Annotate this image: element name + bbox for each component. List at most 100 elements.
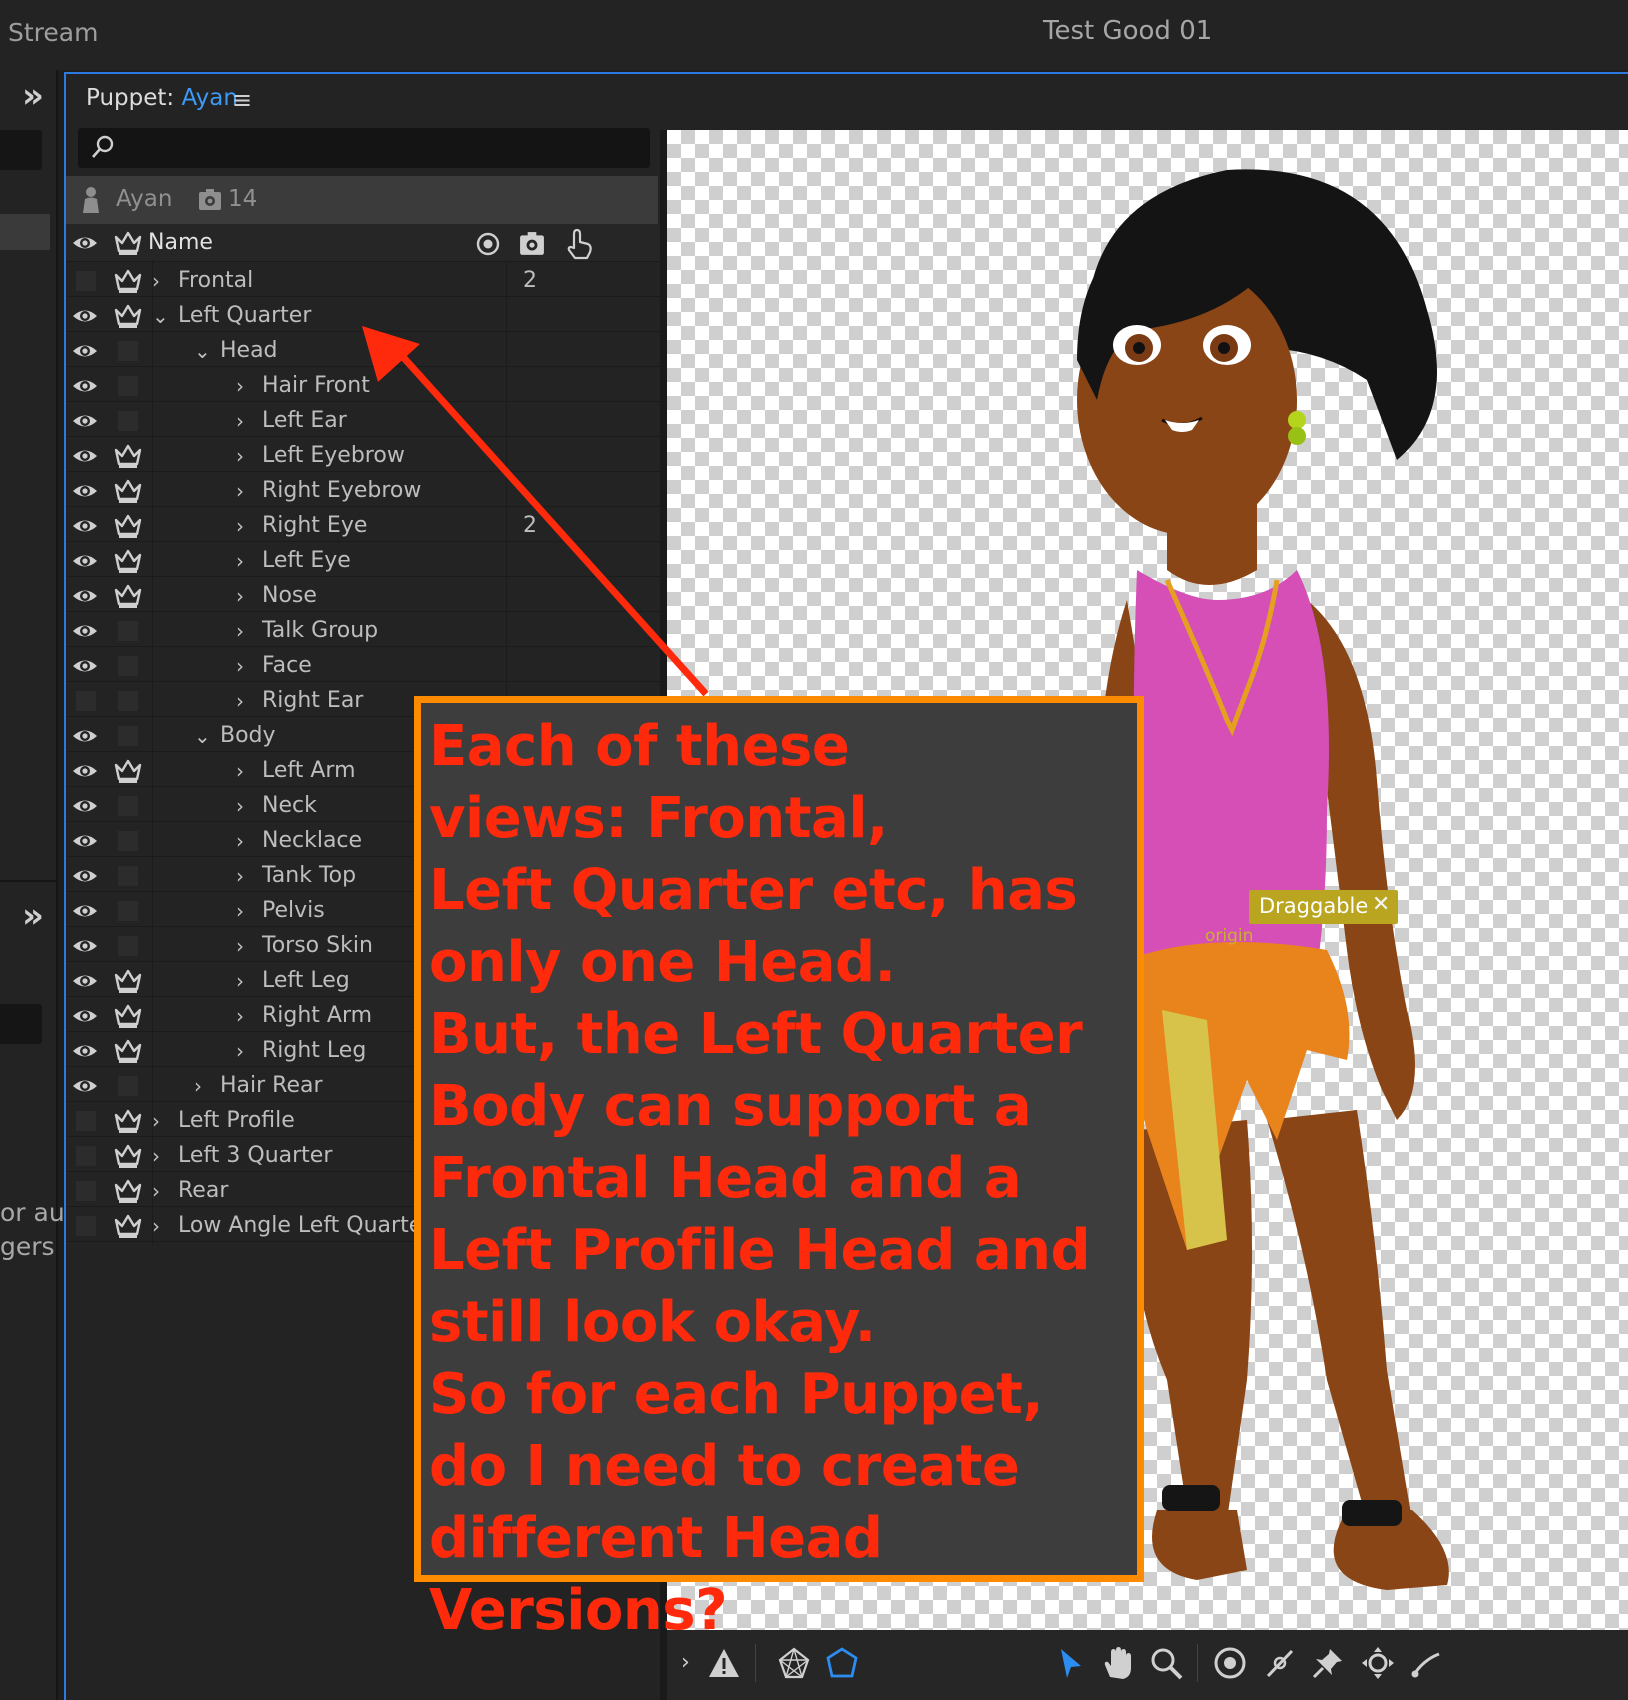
eye-icon[interactable] [72, 828, 98, 854]
chevron-right-icon[interactable]: › [236, 970, 244, 992]
crown-toggle-off[interactable] [118, 376, 138, 396]
eye-icon[interactable] [72, 758, 98, 784]
chevron-right-icon[interactable]: › [152, 1215, 160, 1237]
expand-panel-icon[interactable]: » [22, 76, 44, 116]
eye-icon[interactable] [72, 303, 98, 329]
crown-icon[interactable] [114, 512, 142, 540]
expand-panel-icon-2[interactable]: » [22, 896, 44, 936]
chevron-right-icon[interactable]: › [236, 585, 244, 607]
eye-icon[interactable] [72, 1038, 98, 1064]
chevron-right-icon[interactable]: › [236, 900, 244, 922]
crown-icon[interactable] [114, 302, 142, 330]
eye-icon[interactable] [72, 618, 98, 644]
layer-row[interactable]: › Left Eye [66, 542, 660, 580]
close-icon[interactable]: ✕ [1372, 892, 1390, 917]
eye-toggle-off[interactable] [76, 1181, 96, 1201]
crown-column-icon[interactable] [114, 229, 142, 257]
bend-icon[interactable] [1409, 1646, 1443, 1680]
layer-row[interactable]: › Right Eye 2 [66, 507, 660, 545]
eye-icon[interactable] [72, 373, 98, 399]
eye-icon[interactable] [72, 863, 98, 889]
eye-icon[interactable] [72, 443, 98, 469]
crown-toggle-off[interactable] [118, 1076, 138, 1096]
chevron-down-icon[interactable]: ⌄ [194, 340, 211, 362]
eye-icon[interactable] [72, 968, 98, 994]
eye-icon[interactable] [72, 478, 98, 504]
handle-column-icon[interactable] [564, 228, 594, 260]
crown-icon[interactable] [114, 1177, 142, 1205]
mesh-icon[interactable] [777, 1646, 811, 1680]
crown-toggle-off[interactable] [118, 656, 138, 676]
eye-icon[interactable] [72, 793, 98, 819]
layer-row[interactable]: › Frontal 2 [66, 262, 660, 300]
eye-icon[interactable] [72, 583, 98, 609]
crown-icon[interactable] [114, 1212, 142, 1240]
left-selected-row[interactable] [0, 214, 50, 250]
draggable-tag[interactable]: Draggable ✕ [1249, 890, 1399, 924]
chevron-right-icon[interactable]: › [236, 515, 244, 537]
eye-toggle-off[interactable] [76, 1146, 96, 1166]
crown-icon[interactable] [114, 267, 142, 295]
crown-icon[interactable] [114, 757, 142, 785]
crown-icon[interactable] [114, 967, 142, 995]
crown-icon[interactable] [114, 1037, 142, 1065]
layer-row[interactable]: ⌄ Head [66, 332, 660, 370]
chevron-right-icon[interactable]: › [236, 1040, 244, 1062]
eye-icon[interactable] [72, 338, 98, 364]
chevron-right-icon[interactable]: › [236, 795, 244, 817]
crown-toggle-off[interactable] [118, 621, 138, 641]
hand-icon[interactable] [1101, 1646, 1135, 1680]
name-column-header[interactable]: Name [148, 230, 213, 255]
chevron-right-icon[interactable]: › [236, 445, 244, 467]
eye-icon[interactable] [72, 1073, 98, 1099]
layer-row[interactable]: › Left Eyebrow [66, 437, 660, 475]
eye-icon[interactable] [72, 548, 98, 574]
behavior-column-icon[interactable] [519, 231, 545, 257]
crown-toggle-off[interactable] [118, 796, 138, 816]
eye-icon[interactable] [72, 513, 98, 539]
chevron-right-icon[interactable]: › [236, 480, 244, 502]
layer-row[interactable]: › Nose [66, 577, 660, 615]
crown-toggle-off[interactable] [118, 726, 138, 746]
crown-toggle-off[interactable] [118, 936, 138, 956]
chevron-right-icon[interactable]: › [194, 1075, 202, 1097]
select-icon[interactable] [1053, 1646, 1087, 1680]
crown-toggle-off[interactable] [118, 866, 138, 886]
chevron-right-icon[interactable]: › [236, 865, 244, 887]
eye-toggle-off[interactable] [76, 691, 96, 711]
chevron-right-icon[interactable]: › [236, 690, 244, 712]
chevron-right-icon[interactable]: › [236, 830, 244, 852]
eye-toggle-off[interactable] [76, 1216, 96, 1236]
panel-menu-icon[interactable]: ≡ [232, 86, 252, 114]
origin-icon[interactable] [1213, 1646, 1247, 1680]
dragger-icon[interactable] [1361, 1646, 1395, 1680]
chevron-right-icon[interactable]: › [236, 410, 244, 432]
stream-label[interactable]: Stream [8, 18, 98, 47]
crown-toggle-off[interactable] [118, 411, 138, 431]
crown-icon[interactable] [114, 1142, 142, 1170]
crown-icon[interactable] [114, 442, 142, 470]
crown-toggle-off[interactable] [118, 831, 138, 851]
layer-row[interactable]: › Right Eyebrow [66, 472, 660, 510]
chevron-right-icon[interactable]: › [236, 935, 244, 957]
crown-icon[interactable] [114, 547, 142, 575]
layer-row[interactable]: › Talk Group [66, 612, 660, 650]
stick-icon[interactable] [1263, 1646, 1297, 1680]
pin-icon[interactable] [1311, 1646, 1345, 1680]
warning-icon[interactable] [707, 1646, 741, 1680]
origin-column-icon[interactable] [475, 231, 501, 257]
outline-icon[interactable] [825, 1646, 859, 1680]
eye-icon[interactable] [72, 653, 98, 679]
chevron-down-icon[interactable]: ⌄ [152, 305, 169, 327]
left-field-2[interactable] [0, 1004, 42, 1044]
chevron-right-icon[interactable]: › [152, 1110, 160, 1132]
eye-toggle-off[interactable] [76, 1111, 96, 1131]
zoom-icon[interactable] [1149, 1646, 1183, 1680]
layer-row[interactable]: › Hair Front [66, 367, 660, 405]
eye-icon[interactable] [72, 1003, 98, 1029]
chevron-right-icon[interactable]: › [236, 760, 244, 782]
crown-toggle-off[interactable] [118, 691, 138, 711]
chevron-right-icon[interactable]: › [236, 1005, 244, 1027]
eye-icon[interactable] [72, 723, 98, 749]
chevron-right-icon[interactable]: › [236, 375, 244, 397]
